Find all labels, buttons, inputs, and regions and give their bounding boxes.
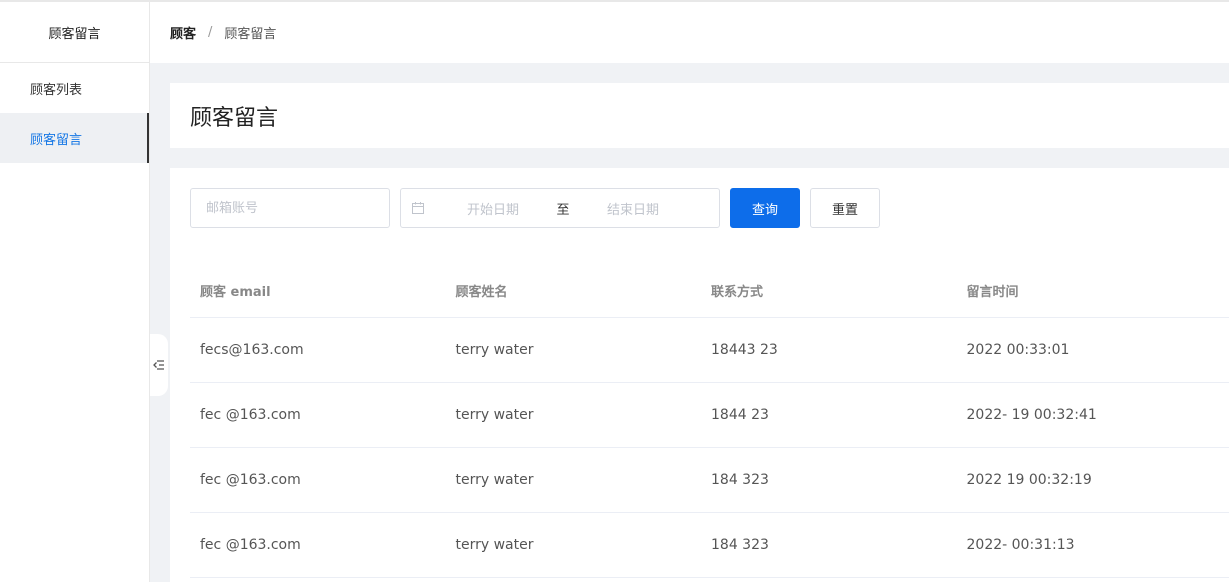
cell-contact: 184 323 [711,472,769,488]
email-input[interactable] [190,188,390,228]
title-panel: 顾客留言 [170,83,1229,148]
column-header-time[interactable]: 留言时间 [957,281,1213,300]
column-header-contact[interactable]: 联系方式 [701,281,957,300]
cell-email: fec @163.com [200,407,301,423]
table-row[interactable]: fec @163.com terry water 184 323 2022- 0… [190,513,1229,578]
cell-time: 2022- 19 00:32:41 [966,407,1097,423]
date-range-picker[interactable]: 开始日期 至 结束日期 [400,188,720,228]
cell-contact: 1844 23 [711,407,769,423]
breadcrumb-root[interactable]: 顾客 [170,23,196,42]
sidebar: 顾客留言 顾客列表 顾客留言 [0,0,150,582]
content-panel: 开始日期 至 结束日期 查询 重置 顾客 email 顾客姓名 联系方式 留言时… [170,168,1229,582]
sidebar-item-label: 顾客列表 [30,82,83,98]
collapse-left-icon [153,360,164,370]
cell-time: 2022 19 00:32:19 [966,472,1092,488]
sidebar-collapse-button[interactable] [150,334,168,396]
cell-email: fec @163.com [200,472,301,488]
date-range-separator: 至 [556,202,570,218]
cell-email: fec @163.com [200,537,301,553]
breadcrumb-current: 顾客留言 [224,27,277,42]
sidebar-item-customer-list[interactable]: 顾客列表 [0,63,149,113]
start-date-input[interactable]: 开始日期 [433,199,553,218]
cell-time: 2022- 00:31:13 [966,537,1075,553]
messages-table: 顾客 email 顾客姓名 联系方式 留言时间 fecs@163.com ter… [190,263,1229,578]
end-date-input[interactable]: 结束日期 [573,199,693,218]
app-root: 顾客留言 顾客列表 顾客留言 顾客 / 顾客留言 顾客留言 邮箱账号 开始日期 … [0,0,1229,582]
page-title: 顾客留言 [190,105,279,131]
table-row[interactable]: fec @163.com terry water 1844 23 2022- 1… [190,383,1229,448]
sidebar-brand: 顾客留言 [0,0,149,63]
filter-bar: 开始日期 至 结束日期 查询 重置 [190,188,880,228]
table-row[interactable]: fecs@163.com terry water 18443 23 2022 0… [190,318,1229,383]
table-header-row: 顾客 email 顾客姓名 联系方式 留言时间 [190,263,1229,318]
cell-name: terry water [455,407,534,423]
cell-contact: 184 323 [711,537,769,553]
cell-name: terry water [455,472,534,488]
cell-email: fecs@163.com [200,342,304,358]
query-button[interactable]: 查询 [730,188,800,228]
cell-time: 2022 00:33:01 [966,342,1070,358]
column-header-email[interactable]: 顾客 email [190,281,446,300]
cell-name: terry water [455,537,534,553]
table-row[interactable]: fec @163.com terry water 184 323 2022 19… [190,448,1229,513]
cell-contact: 18443 23 [711,342,778,358]
column-header-name[interactable]: 顾客姓名 [446,281,702,300]
calendar-icon [412,202,424,214]
sidebar-item-customer-messages[interactable]: 顾客留言 [0,113,149,163]
breadcrumb: 顾客 / 顾客留言 [150,0,1229,63]
breadcrumb-separator: / [208,25,213,40]
sidebar-item-label: 顾客留言 [30,132,83,148]
reset-button[interactable]: 重置 [810,188,880,228]
cell-name: terry water [455,342,534,358]
